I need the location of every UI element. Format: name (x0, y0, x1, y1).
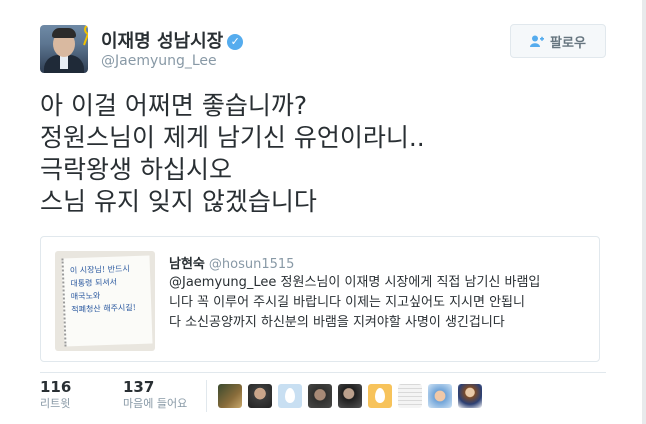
avatar-shirt (60, 55, 68, 69)
like-count: 137 (123, 378, 155, 396)
retweet-stat[interactable]: 116 리트윗 (40, 378, 71, 412)
quoted-author-name: 남현숙 (169, 257, 205, 272)
avatar-hair (52, 28, 76, 38)
quoted-tweet-line: @Jaemyung_Lee 정원스님이 이재명 시장에게 직접 남기신 바램입 (169, 275, 541, 290)
tweet-line: 아 이걸 어쩌면 좋습니까? (40, 91, 308, 120)
quoted-tweet-line: 다 소신공양까지 하신분의 바램을 지켜야할 사명이 생긴겁니다 (169, 315, 505, 330)
scrollbar[interactable] (642, 0, 646, 424)
default-egg-avatar[interactable] (278, 384, 302, 408)
divider (40, 372, 606, 373)
tweet-line: 스님 유지 잊지 않겠습니다 (40, 187, 317, 216)
quoted-tweet-card[interactable]: 이 시장님! 반드시 대통령 되셔서 매국노와 적폐청산 해주시길! 남현숙 @h… (40, 236, 600, 362)
author-name[interactable]: 이재명 성남시장 (101, 31, 223, 52)
verified-badge-icon: ✓ (227, 34, 244, 50)
like-label: 마음에 들어요 (123, 397, 188, 410)
follow-button[interactable]: 팔로우 (510, 24, 606, 58)
author-name-row[interactable]: 이재명 성남시장 ✓ (101, 27, 244, 53)
liker-avatar[interactable] (428, 384, 452, 408)
retweet-count: 116 (40, 378, 72, 396)
quoted-tweet-image[interactable]: 이 시장님! 반드시 대통령 되셔서 매국노와 적폐청산 해주시길! (55, 251, 155, 351)
tweet-header: 이재명 성남시장 ✓ @Jaemyung_Lee 팔로우 (40, 20, 606, 80)
retweet-label: 리트윗 (40, 397, 71, 410)
yellow-ribbon-icon (83, 25, 88, 46)
liker-avatar[interactable] (218, 384, 242, 408)
liker-avatar[interactable] (308, 384, 332, 408)
divider (206, 380, 207, 412)
tweet-line: 정원스님이 제게 남기신 유언이라니.. (40, 123, 425, 152)
liker-avatar[interactable] (248, 384, 272, 408)
quoted-tweet-line: 니다 꼭 이루어 주시길 바랍니다 이제는 지고싶어도 지시면 안됩니 (169, 295, 525, 310)
handwritten-note-image: 이 시장님! 반드시 대통령 되셔서 매국노와 적폐청산 해주시길! (61, 255, 153, 347)
default-egg-avatar[interactable] (368, 384, 392, 408)
follow-button-label: 팔로우 (550, 34, 586, 50)
quoted-author-handle: @hosun1515 (208, 257, 295, 272)
add-user-icon (530, 34, 545, 50)
author-handle[interactable]: @Jaemyung_Lee (101, 53, 217, 69)
quoted-tweet-author[interactable]: 남현숙 @hosun1515 (169, 253, 294, 272)
avatar[interactable] (40, 25, 88, 73)
liker-avatar[interactable] (398, 384, 422, 408)
tweet-line: 극락왕생 하십시오 (40, 155, 232, 184)
like-stat[interactable]: 137 마음에 들어요 (123, 378, 187, 412)
liker-avatar[interactable] (458, 384, 482, 408)
quoted-tweet-text: @Jaemyung_Lee 정원스님이 이재명 시장에게 직접 남기신 바램입 … (169, 273, 589, 333)
tweet-text: 아 이걸 어쩌면 좋습니까? 정원스님이 제게 남기신 유언이라니.. 극락왕생… (40, 90, 600, 218)
liker-avatar[interactable] (338, 384, 362, 408)
